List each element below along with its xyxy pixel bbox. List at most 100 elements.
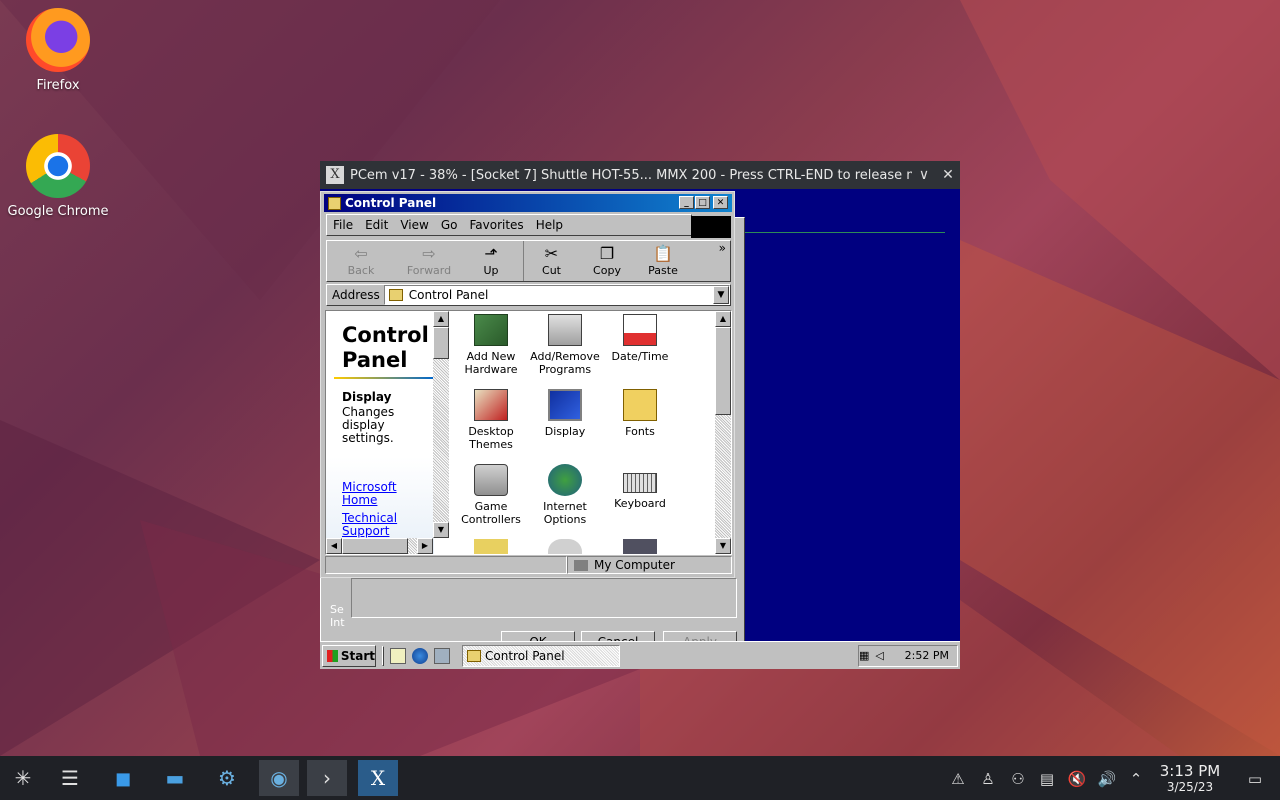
joystick-icon bbox=[474, 464, 508, 496]
expand-tray-chevron-icon[interactable]: ⌃ bbox=[1125, 768, 1147, 790]
item-desktop-themes[interactable]: Desktop Themes bbox=[451, 386, 531, 451]
desktop-icon-chrome[interactable]: Google Chrome bbox=[3, 134, 113, 219]
item-label: Keyboard bbox=[614, 497, 666, 510]
selected-item-name: Display bbox=[342, 390, 392, 404]
item-date-time[interactable]: Date/Time bbox=[600, 311, 680, 363]
browser-icon[interactable]: ◉ bbox=[259, 760, 299, 796]
clipboard-icon[interactable]: ▤ bbox=[1036, 768, 1058, 790]
show-desktop-icon[interactable]: ▭ bbox=[1244, 768, 1266, 790]
menu-edit[interactable]: Edit bbox=[359, 218, 394, 232]
overview-icon[interactable]: ☰ bbox=[50, 760, 90, 796]
menu-favorites[interactable]: Favorites bbox=[463, 218, 529, 232]
list-item[interactable] bbox=[451, 536, 531, 554]
left-vertical-scrollbar[interactable]: ▲ ▼ bbox=[433, 311, 449, 538]
item-game-controllers[interactable]: Game Controllers bbox=[451, 461, 531, 526]
scroll-right-button[interactable]: ▶ bbox=[417, 538, 433, 554]
notifications-icon[interactable]: ⚠ bbox=[947, 768, 969, 790]
win98-clock[interactable]: 2:52 PM bbox=[905, 649, 949, 662]
desktop-icon-firefox[interactable]: Firefox bbox=[3, 8, 113, 93]
status-text bbox=[325, 556, 567, 574]
desktop-icon-label: Google Chrome bbox=[7, 204, 109, 219]
paste-button[interactable]: 📋 Paste bbox=[635, 241, 691, 281]
item-add-remove-programs[interactable]: Add/Remove Programs bbox=[525, 311, 605, 376]
item-internet-options[interactable]: Internet Options bbox=[525, 461, 605, 526]
list-item[interactable] bbox=[525, 536, 605, 554]
link-microsoft-home[interactable]: Microsoft Home bbox=[342, 481, 412, 507]
left-horizontal-scrollbar[interactable]: ◀ ▶ bbox=[326, 538, 433, 554]
back-label: Back bbox=[347, 264, 375, 277]
user-icon[interactable]: ♙ bbox=[977, 768, 999, 790]
scroll-up-button[interactable]: ▲ bbox=[433, 311, 449, 327]
show-desktop-icon[interactable] bbox=[390, 647, 406, 664]
scroll-down-button[interactable]: ▼ bbox=[433, 522, 449, 538]
kde-clock[interactable]: 3:13 PM 3/25/23 bbox=[1156, 762, 1224, 794]
menu-go[interactable]: Go bbox=[435, 218, 464, 232]
forward-label: Forward bbox=[406, 264, 452, 277]
maximize-button[interactable]: □ bbox=[695, 196, 710, 209]
control-panel-titlebar[interactable]: Control Panel _ □ ✕ bbox=[324, 194, 732, 212]
guest-screen[interactable]: OK Cancel Apply Control Panel _ □ ✕ File… bbox=[320, 189, 960, 669]
address-dropdown-button[interactable]: ▼ bbox=[713, 286, 729, 304]
scheduler-icon[interactable]: ▦ bbox=[859, 649, 869, 662]
start-button[interactable]: Start bbox=[322, 644, 376, 667]
up-button[interactable]: ⬏ Up bbox=[463, 241, 519, 281]
taskbar-item-control-panel[interactable]: Control Panel bbox=[462, 644, 620, 667]
scroll-thumb[interactable] bbox=[433, 327, 449, 359]
scroll-left-button[interactable]: ◀ bbox=[326, 538, 342, 554]
item-keyboard[interactable]: Keyboard bbox=[600, 461, 680, 510]
mute-icon[interactable]: 🔇 bbox=[1066, 768, 1088, 790]
volume-icon[interactable]: ◁ bbox=[875, 649, 883, 662]
users-switch-icon[interactable]: ⚇ bbox=[1007, 768, 1029, 790]
item-fonts[interactable]: Fonts bbox=[600, 386, 680, 438]
scroll-up-button[interactable]: ▲ bbox=[715, 311, 731, 327]
dialog-group bbox=[351, 578, 737, 618]
web-view-panel: Control Panel Display Changes display set… bbox=[326, 311, 434, 554]
copy-button[interactable]: ❐ Copy bbox=[579, 241, 635, 281]
menu-help[interactable]: Help bbox=[530, 218, 569, 232]
list-item[interactable] bbox=[600, 536, 680, 554]
internet-explorer-icon[interactable] bbox=[412, 647, 428, 664]
channels-icon[interactable] bbox=[434, 647, 450, 664]
heading-divider bbox=[334, 377, 434, 379]
menu-bar: File Edit View Go Favorites Help bbox=[326, 214, 692, 236]
back-button[interactable]: ⇦ Back bbox=[333, 241, 389, 281]
menu-view[interactable]: View bbox=[394, 218, 434, 232]
item-display[interactable]: Display bbox=[525, 386, 605, 438]
volume-icon[interactable]: 🔊 bbox=[1096, 768, 1118, 790]
forward-button[interactable]: ⇨ Forward bbox=[401, 241, 457, 281]
item-label: Internet Options bbox=[543, 500, 587, 526]
pcem-minimize-button[interactable]: ∨ bbox=[912, 167, 936, 183]
scroll-down-button[interactable]: ▼ bbox=[715, 538, 731, 554]
terminal-icon[interactable]: › bbox=[307, 760, 347, 796]
folder-icon bbox=[328, 196, 341, 210]
clock-time: 3:13 PM bbox=[1159, 762, 1221, 780]
item-label: Game Controllers bbox=[461, 500, 521, 526]
globe-icon bbox=[548, 464, 582, 496]
scroll-thumb[interactable] bbox=[715, 327, 731, 415]
control-panel-window: Control Panel _ □ ✕ File Edit View Go Fa… bbox=[320, 191, 735, 578]
application-launcher-icon[interactable]: ✳ bbox=[3, 760, 43, 796]
link-technical-support[interactable]: Technical Support bbox=[342, 512, 412, 538]
minimize-button[interactable]: _ bbox=[679, 196, 694, 209]
taskbar-item-label: Control Panel bbox=[485, 648, 565, 663]
close-button[interactable]: ✕ bbox=[713, 196, 728, 209]
system-tray: ▦ ◁ 2:52 PM bbox=[858, 644, 958, 667]
pcem-task-icon[interactable]: X bbox=[358, 760, 398, 796]
address-input[interactable]: Control Panel ▼ bbox=[383, 285, 730, 305]
system-settings-icon[interactable]: ⚙ bbox=[207, 760, 247, 796]
panel-heading-line2: Panel bbox=[342, 348, 408, 372]
windows-flag-icon bbox=[327, 649, 338, 662]
menu-file[interactable]: File bbox=[327, 218, 359, 232]
toolbar-more-chevron-icon[interactable]: » bbox=[719, 241, 726, 281]
cut-button[interactable]: ✂ Cut bbox=[523, 241, 579, 281]
file-manager-icon[interactable]: ▬ bbox=[155, 760, 195, 796]
win98-taskbar: Start Control Panel ▦ ◁ 2:52 PM bbox=[320, 641, 960, 669]
hscroll-thumb[interactable] bbox=[342, 538, 408, 554]
cut-label: Cut bbox=[542, 264, 561, 277]
discover-store-icon[interactable]: ◼ bbox=[103, 760, 143, 796]
item-label: Date/Time bbox=[611, 350, 669, 363]
pcem-close-button[interactable]: ✕ bbox=[936, 167, 960, 183]
icon-vertical-scrollbar[interactable]: ▲ ▼ bbox=[715, 311, 731, 554]
pcem-titlebar[interactable]: X PCem v17 - 38% - [Socket 7] Shuttle HO… bbox=[320, 161, 960, 189]
item-add-new-hardware[interactable]: Add New Hardware bbox=[451, 311, 531, 376]
